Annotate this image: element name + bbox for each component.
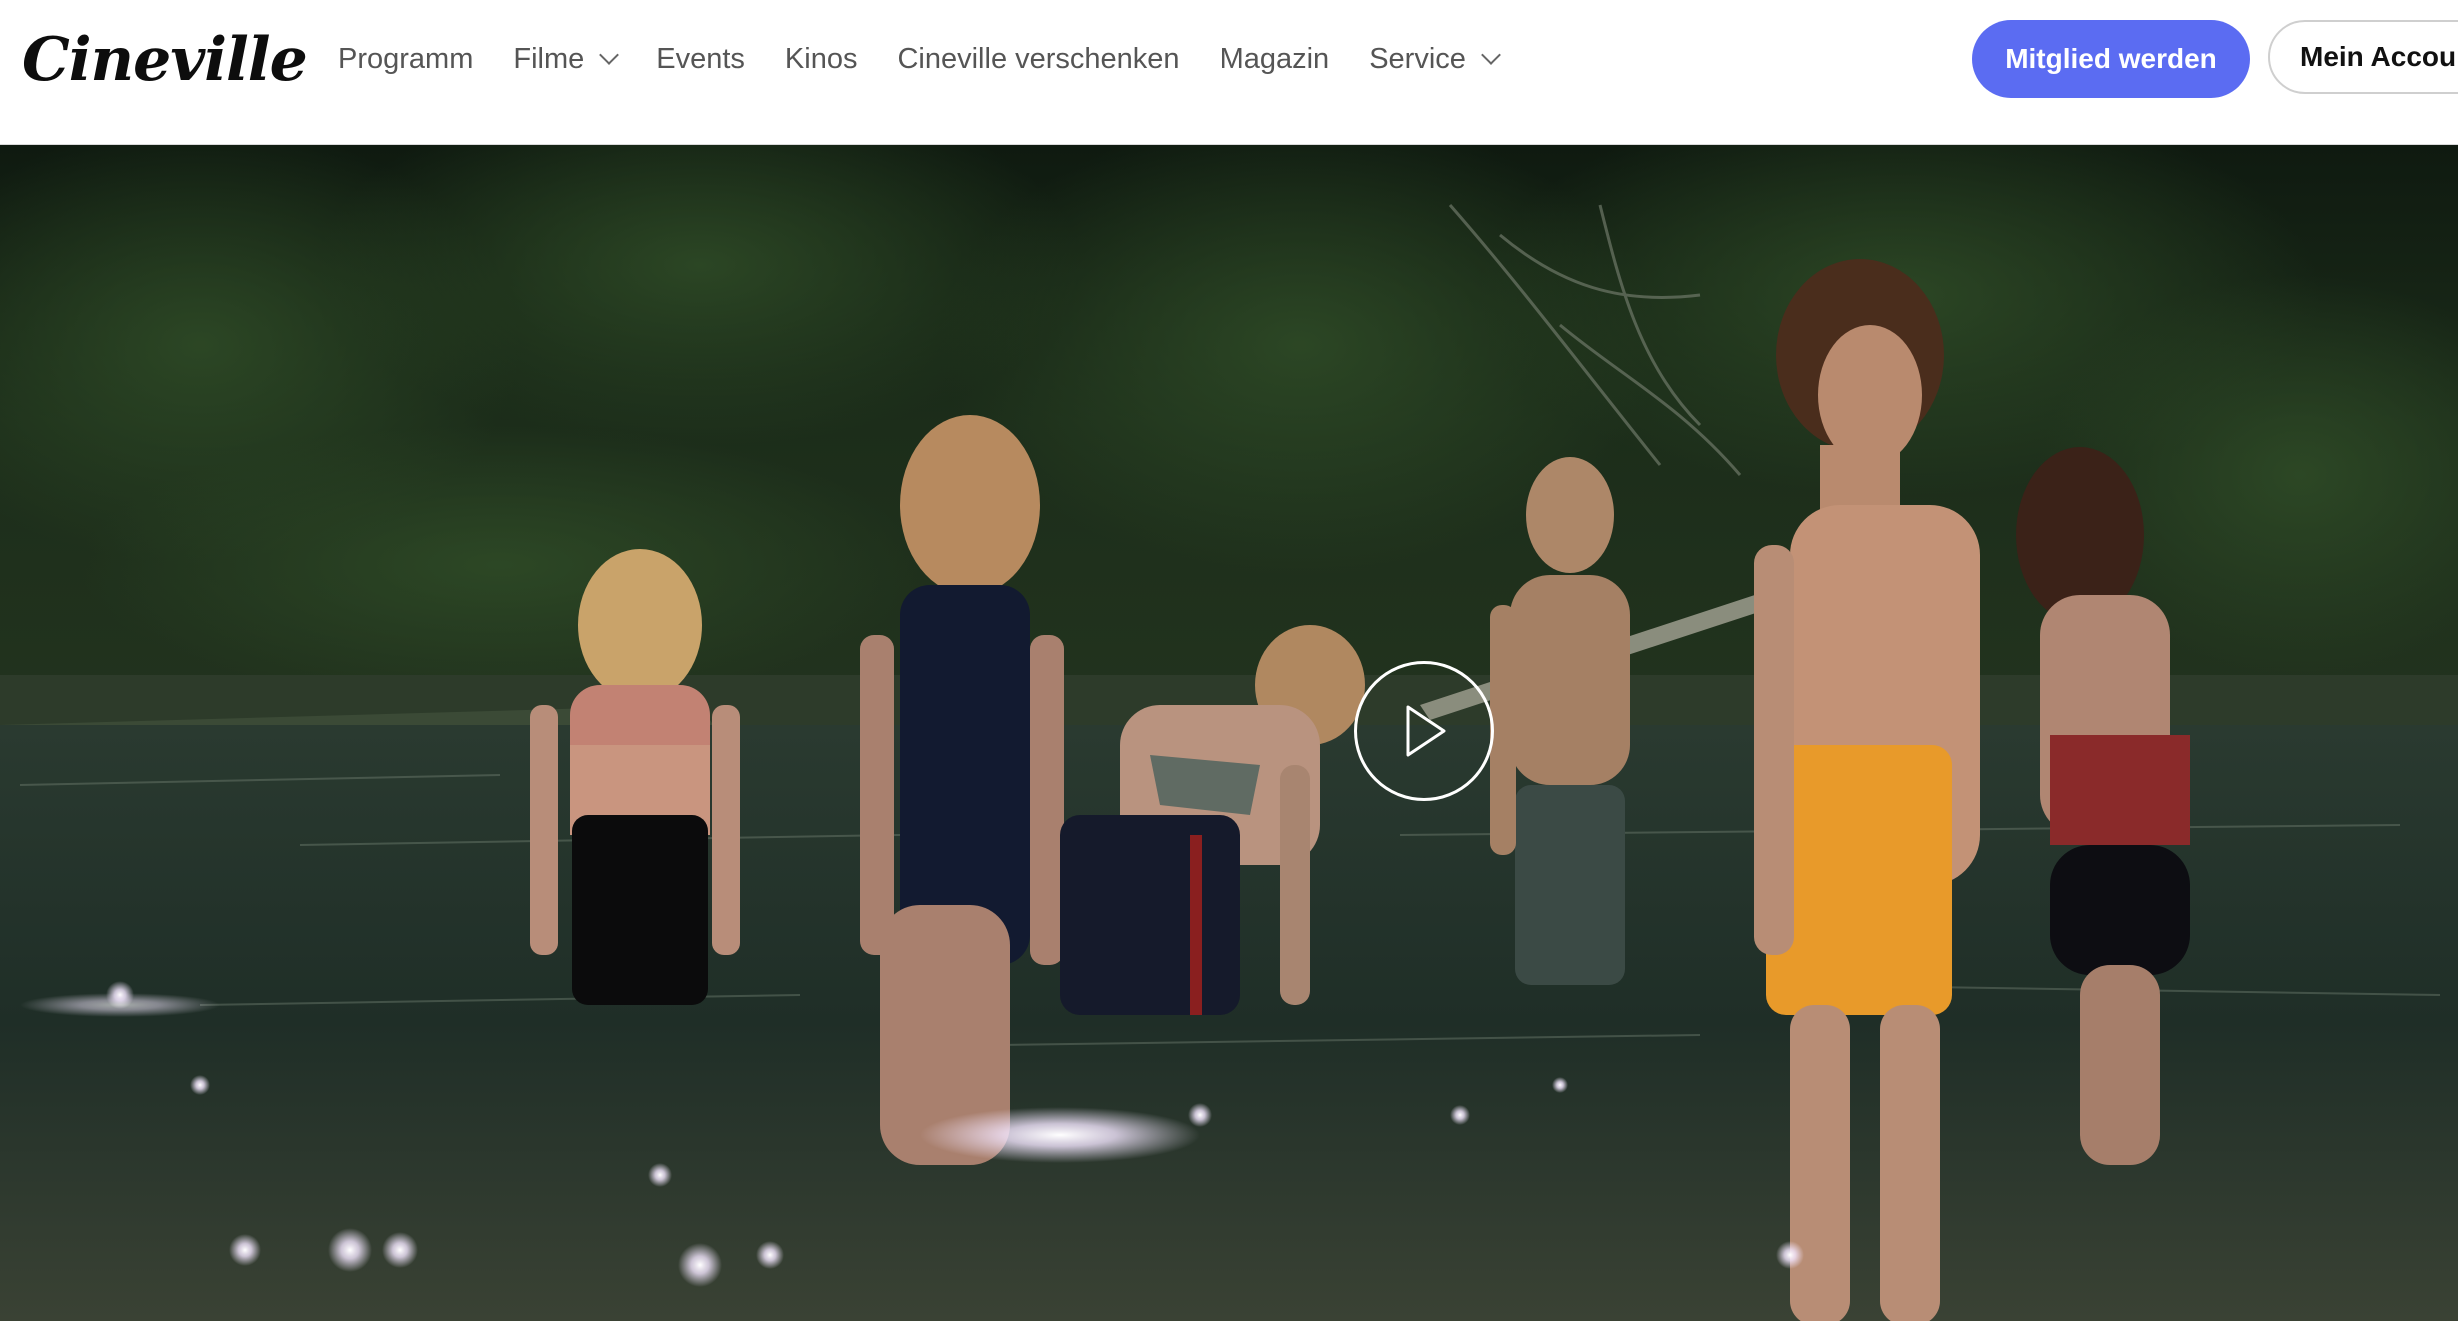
my-account-button[interactable]: Mein Accour xyxy=(2268,20,2458,94)
nav-item-label: Cineville verschenken xyxy=(897,42,1180,75)
cineville-logo[interactable]: Cineville xyxy=(22,20,308,100)
play-icon xyxy=(1406,705,1446,757)
main-nav: Programm Filme Events Kinos Cineville ve… xyxy=(338,36,1501,82)
nav-item-label: Service xyxy=(1369,42,1466,75)
nav-item-filme[interactable]: Filme xyxy=(513,42,620,76)
page-body-start xyxy=(0,1321,2458,1338)
play-button[interactable] xyxy=(1354,661,1494,801)
nav-item-kinos[interactable]: Kinos xyxy=(785,43,858,76)
nav-item-label: Filme xyxy=(513,42,585,75)
site-header: Cineville Programm Filme Events Kinos Ci… xyxy=(0,0,2458,145)
nav-item-label: Magazin xyxy=(1219,42,1330,75)
chevron-down-icon xyxy=(599,45,620,65)
nav-item-events[interactable]: Events xyxy=(656,43,745,76)
nav-item-programm[interactable]: Programm xyxy=(338,43,473,76)
nav-item-service[interactable]: Service xyxy=(1369,42,1501,76)
nav-item-label: Events xyxy=(656,42,745,75)
hero-video[interactable] xyxy=(0,145,2458,1321)
hero-video-still xyxy=(0,145,2458,1321)
nav-item-label: Kinos xyxy=(784,42,858,75)
nav-item-cineville-verschenken[interactable]: Cineville verschenken xyxy=(897,43,1179,76)
chevron-down-icon xyxy=(1480,45,1501,65)
nav-item-label: Programm xyxy=(338,42,474,75)
nav-item-magazin[interactable]: Magazin xyxy=(1220,43,1330,76)
become-member-button[interactable]: Mitglied werden xyxy=(1972,20,2250,98)
